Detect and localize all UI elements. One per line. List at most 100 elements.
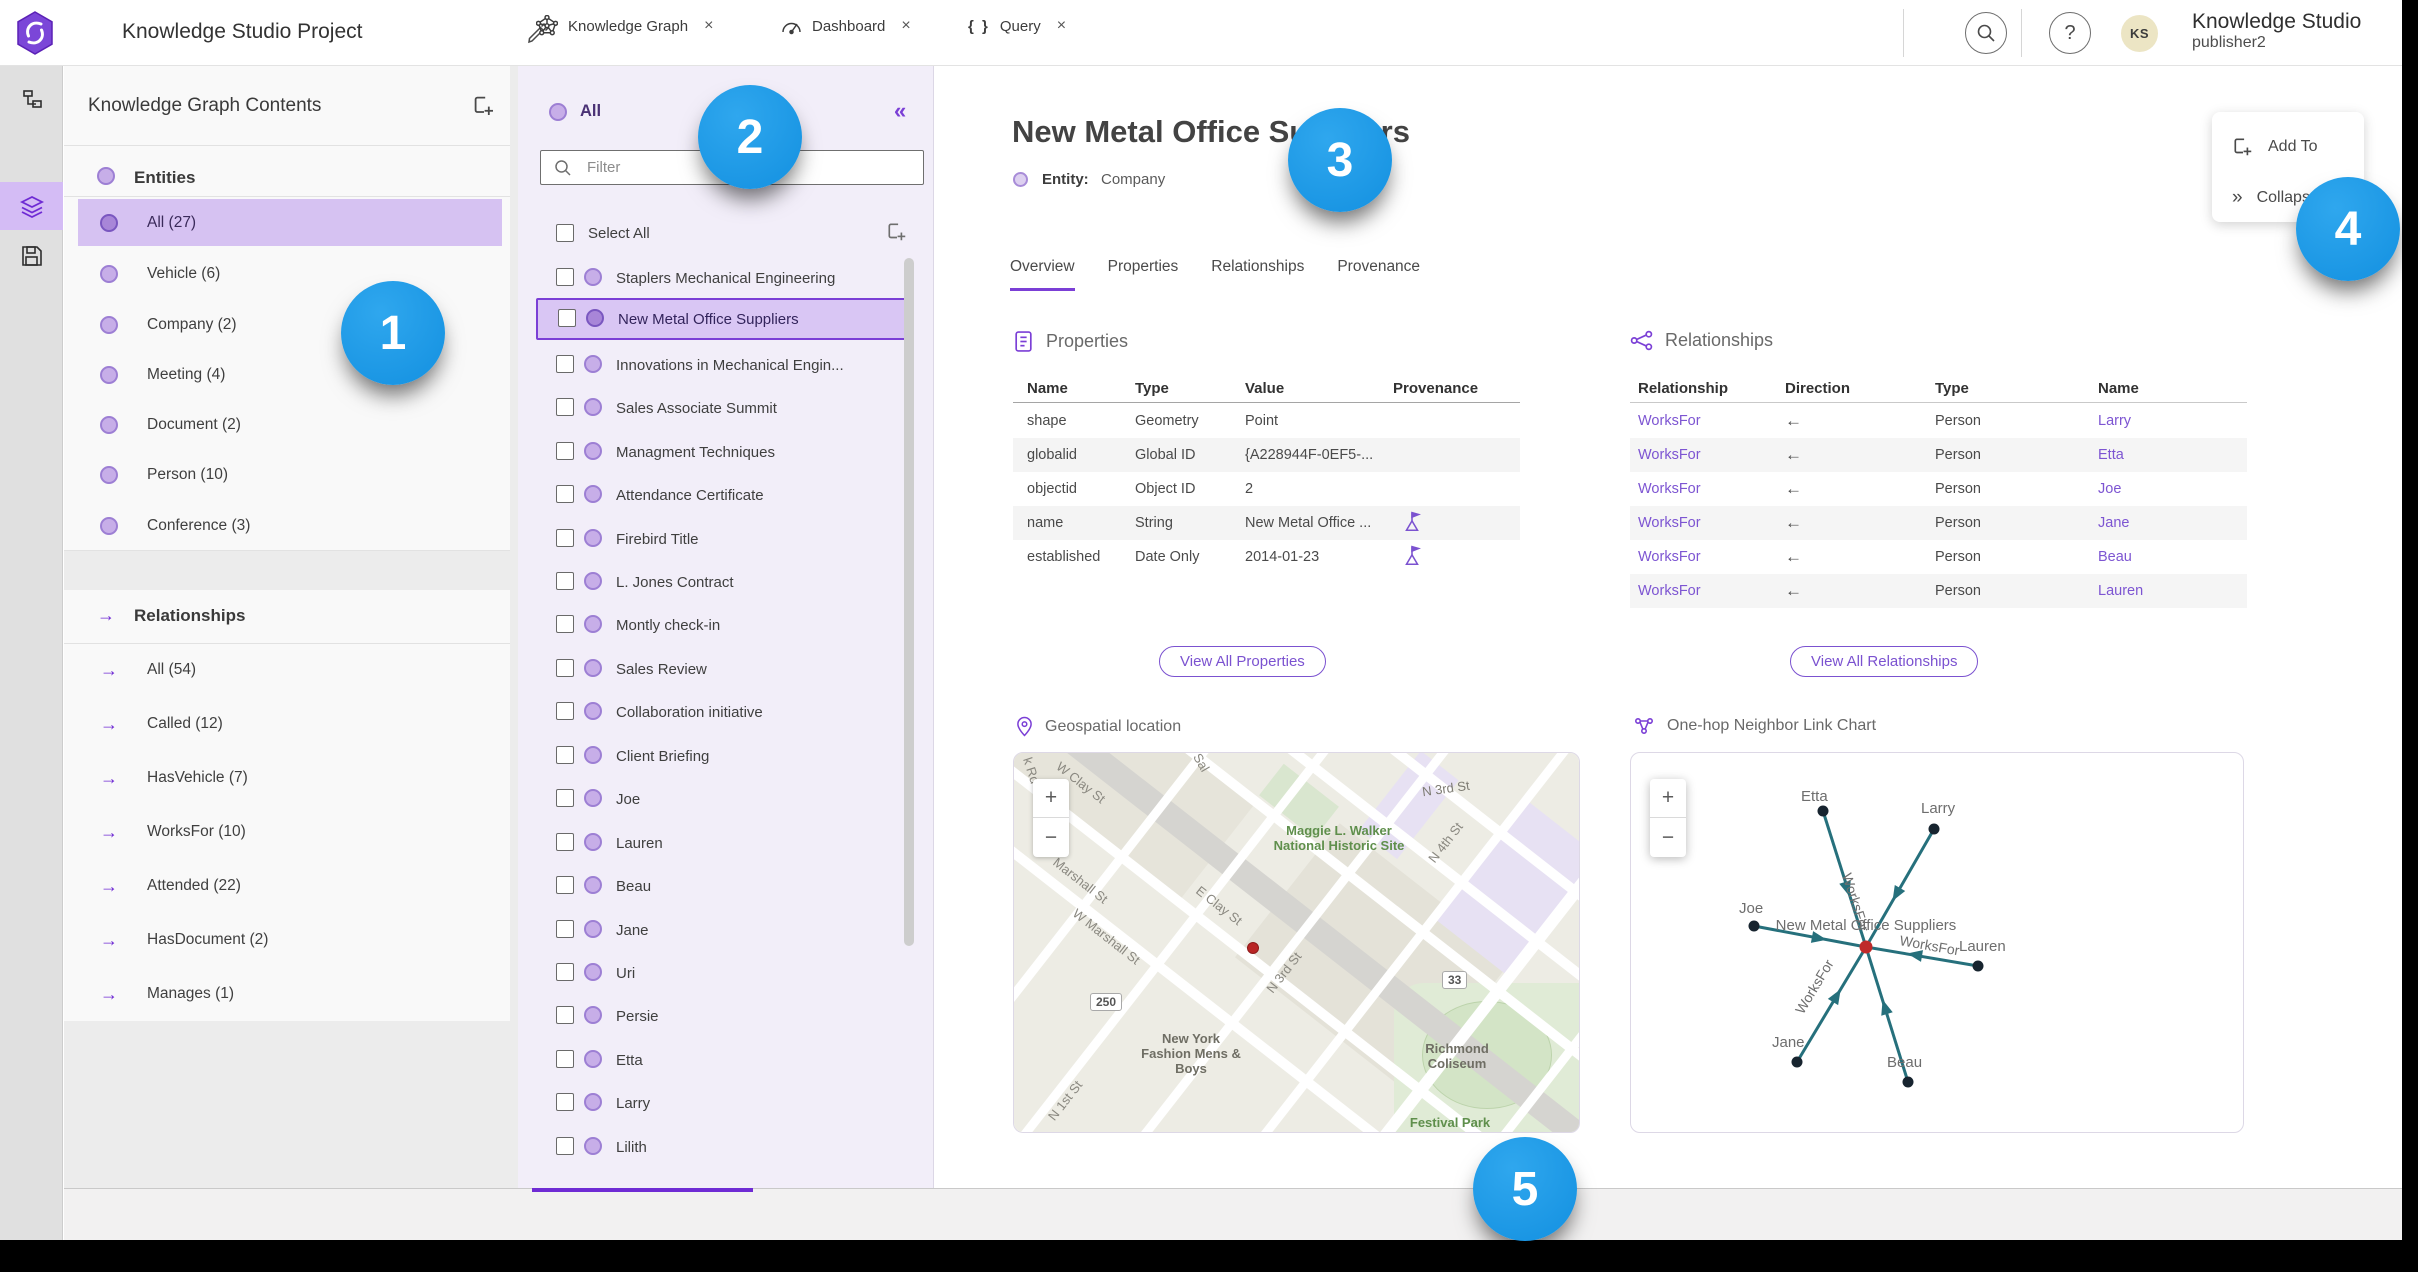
- sidebar-item-rel-manages[interactable]: → Manages (1): [64, 971, 510, 1017]
- list-item[interactable]: Montly check-in: [536, 604, 910, 646]
- relationship-link[interactable]: WorksFor: [1638, 413, 1701, 429]
- relationship-link[interactable]: WorksFor: [1638, 549, 1701, 565]
- entity-link[interactable]: Larry: [2098, 413, 2131, 429]
- item-checkbox[interactable]: [556, 746, 574, 764]
- sidebar-item-entity-all[interactable]: All (27): [64, 200, 510, 246]
- entities-section-header[interactable]: Entities: [64, 152, 550, 202]
- sidebar-item-rel-called[interactable]: → Called (12): [64, 701, 510, 747]
- close-tab-icon[interactable]: ×: [704, 17, 713, 35]
- scrollbar-thumb[interactable]: [904, 258, 914, 946]
- menu-item-add-to[interactable]: Add To: [2212, 127, 2364, 167]
- list-item[interactable]: Sales Review: [536, 648, 910, 690]
- collapse-panel-icon[interactable]: «: [894, 98, 906, 124]
- tab-overview[interactable]: Overview: [1010, 258, 1075, 291]
- link-chart-canvas[interactable]: Etta Larry Joe Lauren Jane Beau New Meta…: [1631, 753, 2244, 1133]
- sidebar-item-entity-person[interactable]: Person (10): [64, 452, 510, 498]
- item-checkbox[interactable]: [556, 1050, 574, 1068]
- list-item[interactable]: Lilith: [536, 1126, 910, 1168]
- provenance-flag-icon[interactable]: [1402, 511, 1422, 533]
- list-item[interactable]: Etta: [536, 1039, 910, 1081]
- sidebar-item-rel-hasvehicle[interactable]: → HasVehicle (7): [64, 755, 510, 801]
- zoom-out-button[interactable]: −: [1033, 818, 1069, 857]
- item-checkbox[interactable]: [556, 398, 574, 416]
- item-checkbox[interactable]: [556, 572, 574, 590]
- item-checkbox[interactable]: [556, 529, 574, 547]
- close-tab-icon[interactable]: ×: [1057, 17, 1066, 35]
- node-etta[interactable]: [1817, 805, 1829, 817]
- entity-link[interactable]: Jane: [2098, 515, 2129, 531]
- relationship-link[interactable]: WorksFor: [1638, 515, 1701, 531]
- item-checkbox[interactable]: [556, 702, 574, 720]
- list-item[interactable]: Uri: [536, 952, 910, 994]
- node-lauren[interactable]: [1972, 960, 1984, 972]
- tab-provenance[interactable]: Provenance: [1337, 258, 1420, 291]
- relationships-section-header[interactable]: → Relationships: [64, 590, 550, 642]
- node-center[interactable]: [1859, 940, 1873, 954]
- list-item[interactable]: Lauren: [536, 822, 910, 864]
- list-item[interactable]: Attendance Certificate: [536, 474, 910, 516]
- sidebar-item-rel-hasdocument[interactable]: → HasDocument (2): [64, 917, 510, 963]
- user-info[interactable]: Knowledge Studio publisher2: [2192, 10, 2361, 53]
- sidebar-item-rel-worksfor[interactable]: → WorksFor (10): [64, 809, 510, 855]
- entity-link[interactable]: Etta: [2098, 447, 2124, 463]
- tab-dashboard[interactable]: Dashboard ×: [780, 0, 911, 52]
- link-chart-card[interactable]: Etta Larry Joe Lauren Jane Beau New Meta…: [1630, 752, 2244, 1133]
- item-checkbox[interactable]: [556, 1006, 574, 1024]
- entity-link[interactable]: Lauren: [2098, 583, 2143, 599]
- add-to-new-icon[interactable]: [472, 94, 496, 118]
- save-button[interactable]: [0, 232, 63, 280]
- add-to-new-icon[interactable]: [886, 221, 908, 243]
- sidebar-item-rel-attended[interactable]: → Attended (22): [64, 863, 510, 909]
- node-joe[interactable]: [1748, 920, 1760, 932]
- select-all-checkbox[interactable]: [556, 224, 574, 242]
- item-checkbox[interactable]: [556, 615, 574, 633]
- node-beau[interactable]: [1902, 1076, 1914, 1088]
- list-item[interactable]: Innovations in Mechanical Engin...: [536, 344, 910, 386]
- tab-properties[interactable]: Properties: [1108, 258, 1179, 291]
- list-item[interactable]: Managment Techniques: [536, 431, 910, 473]
- close-tab-icon[interactable]: ×: [901, 17, 910, 35]
- item-checkbox[interactable]: [556, 833, 574, 851]
- sidebar-item-entity-conference[interactable]: Conference (3): [64, 503, 510, 549]
- item-checkbox[interactable]: [556, 1137, 574, 1155]
- item-checkbox[interactable]: [556, 659, 574, 677]
- entity-link[interactable]: Beau: [2098, 549, 2132, 565]
- relationship-link[interactable]: WorksFor: [1638, 481, 1701, 497]
- zoom-out-button[interactable]: −: [1650, 818, 1686, 857]
- tab-relationships[interactable]: Relationships: [1211, 258, 1304, 291]
- tab-knowledge-graph[interactable]: Knowledge Graph ×: [536, 0, 713, 52]
- search-button[interactable]: [1965, 12, 2007, 54]
- sidebar-item-entity-document[interactable]: Document (2): [64, 402, 510, 448]
- sidebar-item-rel-all[interactable]: → All (54): [64, 647, 510, 693]
- list-item[interactable]: Jane: [536, 909, 910, 951]
- list-item[interactable]: Persie: [536, 995, 910, 1037]
- item-checkbox[interactable]: [558, 309, 576, 327]
- contents-layers-button[interactable]: [0, 182, 63, 230]
- list-item[interactable]: Joe: [536, 778, 910, 820]
- help-button[interactable]: ?: [2049, 12, 2091, 54]
- node-jane[interactable]: [1791, 1056, 1803, 1068]
- sidebar-item-entity-meeting[interactable]: Meeting (4): [64, 352, 510, 398]
- item-checkbox[interactable]: [556, 485, 574, 503]
- relationship-link[interactable]: WorksFor: [1638, 447, 1701, 463]
- view-all-properties-button[interactable]: View All Properties: [1159, 646, 1326, 677]
- entity-link[interactable]: Joe: [2098, 481, 2121, 497]
- map-canvas[interactable]: W Clay St k Rd Sal Maggie L. Walker Nati…: [1014, 753, 1579, 1132]
- list-item[interactable]: Firebird Title: [536, 518, 910, 560]
- node-larry[interactable]: [1928, 823, 1940, 835]
- item-checkbox[interactable]: [556, 920, 574, 938]
- item-checkbox[interactable]: [556, 876, 574, 894]
- item-checkbox[interactable]: [556, 355, 574, 373]
- list-item-selected[interactable]: New Metal Office Suppliers: [536, 298, 910, 340]
- relationship-link[interactable]: WorksFor: [1638, 583, 1701, 599]
- schema-view-button[interactable]: [0, 76, 63, 124]
- list-item[interactable]: Staplers Mechanical Engineering: [536, 257, 910, 299]
- list-item[interactable]: Collaboration initiative: [536, 691, 910, 733]
- list-item[interactable]: L. Jones Contract: [536, 561, 910, 603]
- sidebar-item-entity-vehicle[interactable]: Vehicle (6): [64, 251, 510, 297]
- app-logo-icon[interactable]: [16, 11, 54, 55]
- user-avatar[interactable]: KS: [2121, 15, 2158, 52]
- zoom-in-button[interactable]: +: [1650, 779, 1686, 818]
- list-item[interactable]: Client Briefing: [536, 735, 910, 777]
- item-checkbox[interactable]: [556, 963, 574, 981]
